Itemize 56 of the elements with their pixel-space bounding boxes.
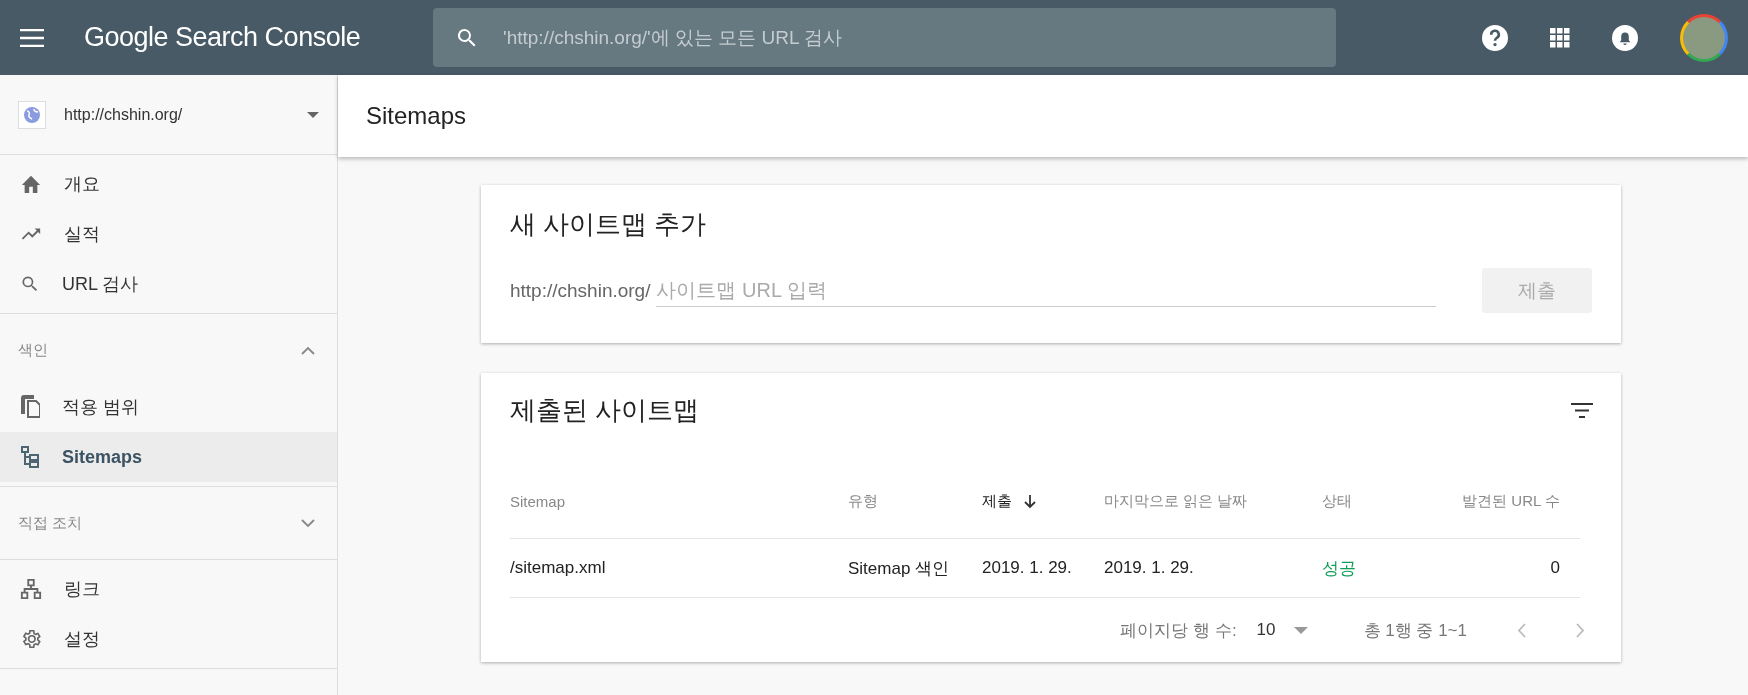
apps-grid-icon xyxy=(1550,27,1570,48)
menu-button[interactable] xyxy=(20,28,44,47)
nav-item[interactable]: Sitemaps xyxy=(0,432,337,482)
dropdown-caret-icon xyxy=(307,111,319,118)
menu-icon xyxy=(20,28,44,47)
sitemap-icon xyxy=(20,445,40,469)
card-title: 새 사이트맵 추가 xyxy=(509,208,708,241)
filter-button[interactable] xyxy=(1571,402,1593,418)
column-header[interactable]: Sitemap xyxy=(510,465,848,539)
dropdown-caret-icon xyxy=(1293,626,1308,634)
home-icon xyxy=(20,174,42,194)
filter-icon xyxy=(1571,402,1593,418)
column-header[interactable]: 발견된 URL 수 xyxy=(1456,465,1580,539)
account-avatar[interactable] xyxy=(1680,13,1728,62)
nav-item[interactable]: 링크 xyxy=(0,564,337,614)
table-cell: 2019. 1. 29. xyxy=(982,539,1104,598)
settings-icon xyxy=(20,628,42,650)
table-cell: Sitemap 색인 xyxy=(848,539,982,598)
bell-icon xyxy=(1612,24,1638,51)
page-range: 총 1행 중 1~1 xyxy=(1363,619,1467,642)
app-title: Google Search Console xyxy=(84,22,362,53)
apps-button[interactable] xyxy=(1550,27,1570,48)
chevron-right-icon xyxy=(1576,622,1585,638)
table-cell: 2019. 1. 29. xyxy=(1104,539,1322,598)
notifications-button[interactable] xyxy=(1612,24,1638,51)
nav-item[interactable]: 적용 범위 xyxy=(0,382,337,432)
status-text: 성공 xyxy=(1322,539,1456,598)
column-header[interactable]: 상태 xyxy=(1322,465,1456,539)
search-field[interactable]: 'http://chshin.org/'에 있는 모든 URL 검사 xyxy=(501,25,1314,50)
nav-item[interactable]: 실적 xyxy=(0,209,337,259)
url-prefix: http://chshin.org/ xyxy=(510,279,651,302)
search-bar[interactable]: 'http://chshin.org/'에 있는 모든 URL 검사 xyxy=(433,8,1336,67)
page-title: Sitemaps xyxy=(366,102,467,130)
property-selector[interactable]: http://chshin.org/ xyxy=(0,75,337,155)
network-icon xyxy=(20,578,42,600)
card-title: 제출된 사이트맵 xyxy=(509,393,701,427)
copy-icon xyxy=(20,395,40,419)
column-header[interactable]: 제출 xyxy=(982,465,1104,539)
chevron-left-icon xyxy=(1517,622,1526,638)
nav-item[interactable]: 설정 xyxy=(0,614,337,664)
search-icon xyxy=(20,274,40,294)
rows-per-page-label: 페이지당 행 수: xyxy=(1120,619,1237,642)
help-icon xyxy=(1482,24,1508,51)
table-cell: /sitemap.xml xyxy=(510,539,848,598)
rows-per-page-select[interactable]: 10 xyxy=(1256,620,1308,640)
chevron-down-icon xyxy=(301,518,315,528)
trending-up-icon xyxy=(20,227,42,241)
sort-down-arrow-icon xyxy=(1024,494,1036,509)
column-header[interactable]: 유형 xyxy=(848,465,982,539)
nav-item[interactable]: 개요 xyxy=(0,159,337,209)
table-cell: 0 xyxy=(1456,539,1580,598)
globe-icon xyxy=(18,100,46,129)
column-header[interactable]: 마지막으로 읽은 날짜 xyxy=(1104,465,1322,539)
help-button[interactable] xyxy=(1482,24,1508,51)
chevron-up-icon xyxy=(301,345,315,355)
nav-item[interactable]: URL 검사 xyxy=(0,259,337,309)
